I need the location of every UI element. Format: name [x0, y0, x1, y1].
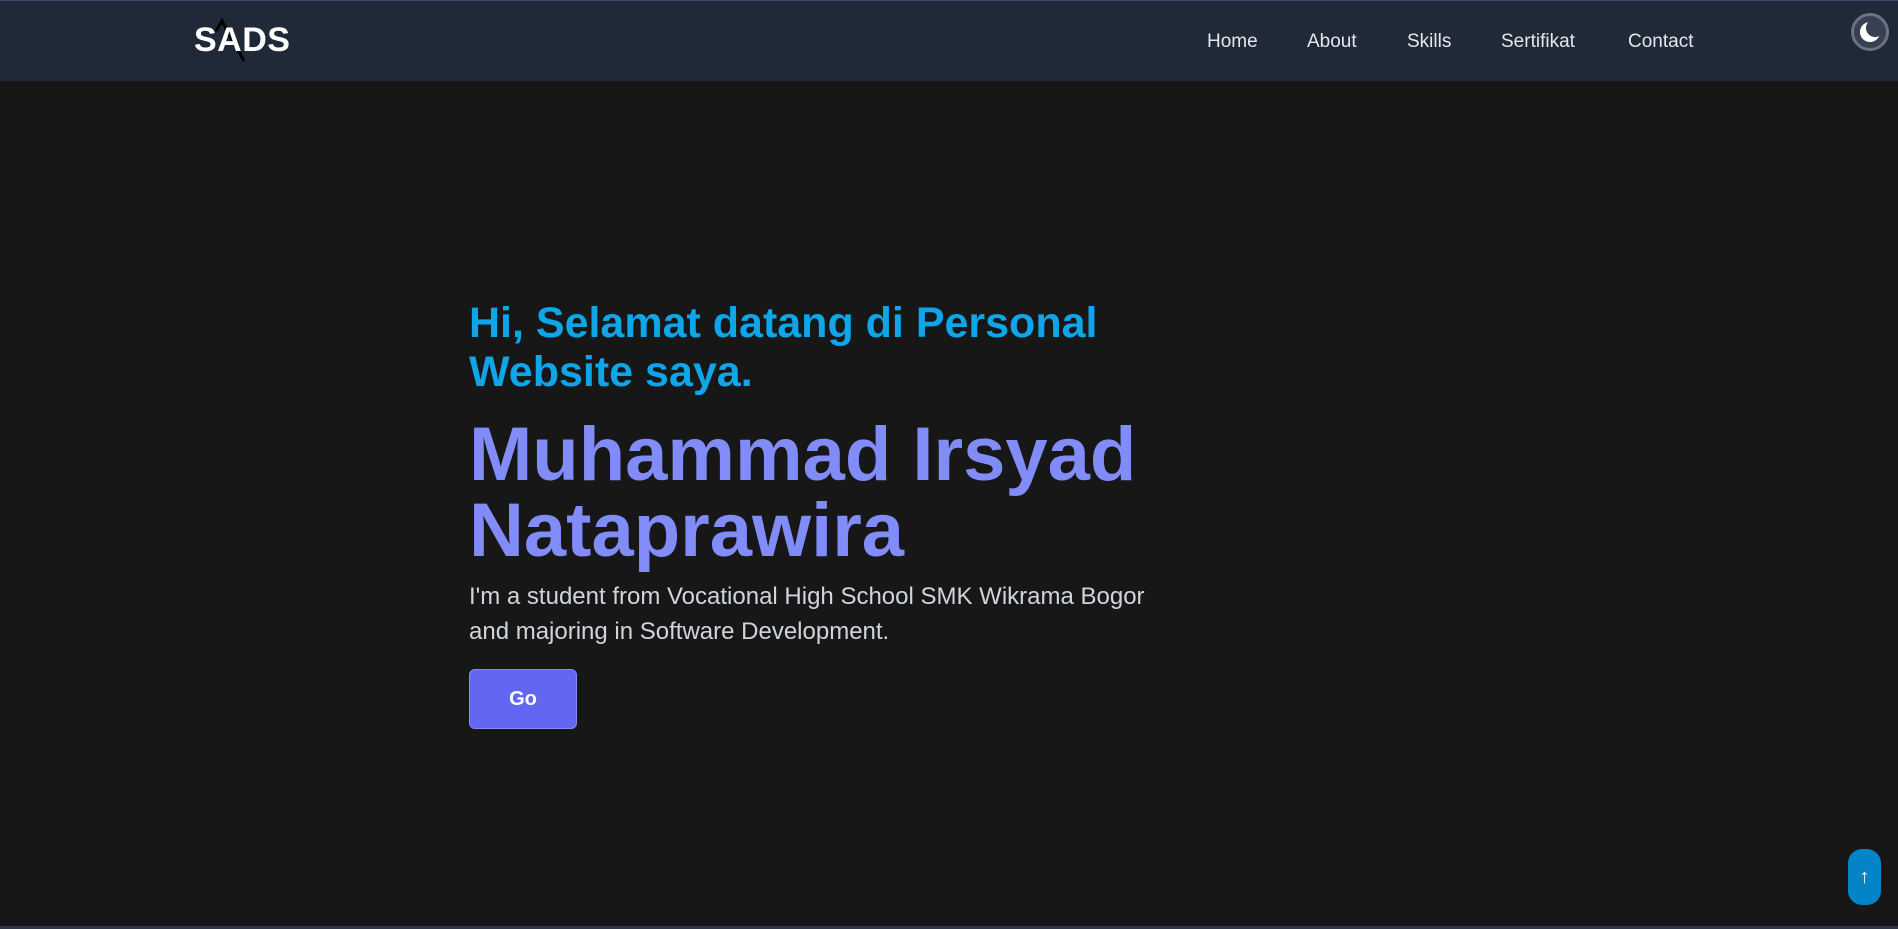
arrow-up-icon: ↑	[1859, 866, 1870, 888]
nav-link-contact[interactable]: Contact	[1628, 31, 1693, 53]
nav-link-home[interactable]: Home	[1207, 31, 1258, 53]
nav-link-skills[interactable]: Skills	[1407, 31, 1451, 53]
scroll-to-top-button[interactable]: ↑	[1848, 849, 1881, 905]
nav-links: Home About Skills Sertifikat Contact	[0, 31, 1898, 55]
moon-icon	[1860, 21, 1881, 42]
hero-greeting: Hi, Selamat datang di Personal Website s…	[469, 299, 1098, 396]
hero-section: Hi, Selamat datang di Personal Website s…	[469, 299, 1169, 729]
navbar: SADS Home About Skills Sertifikat Contac…	[0, 0, 1898, 81]
nav-link-sertifikat[interactable]: Sertifikat	[1501, 31, 1575, 53]
hero-name: Muhammad Irsyad Nataprawira	[469, 412, 1137, 573]
nav-link-about[interactable]: About	[1307, 31, 1357, 53]
theme-toggle-button[interactable]	[1851, 13, 1889, 51]
go-button[interactable]: Go	[469, 669, 577, 729]
hero-description: I'm a student from Vocational High Schoo…	[469, 583, 1145, 645]
